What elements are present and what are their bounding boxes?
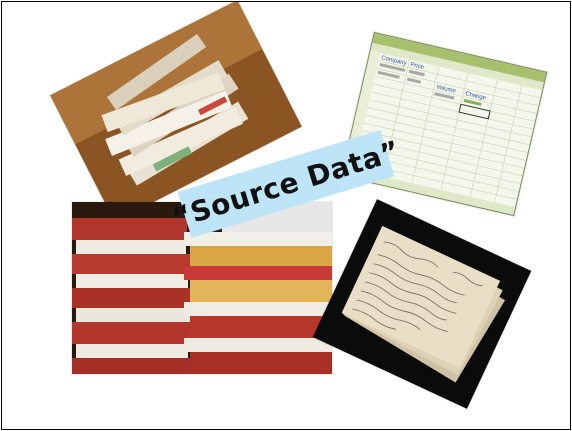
index-cards-photo <box>312 199 532 409</box>
spreadsheet-screenshot: Company Price Volume Change <box>340 31 548 217</box>
spreadsheet-grid: Company Price Volume Change <box>341 33 547 215</box>
slide: Company Price Volume Change “Source Data… <box>1 1 571 430</box>
sheet-header-price: Price <box>410 62 425 71</box>
index-cards-graphic <box>312 199 532 409</box>
